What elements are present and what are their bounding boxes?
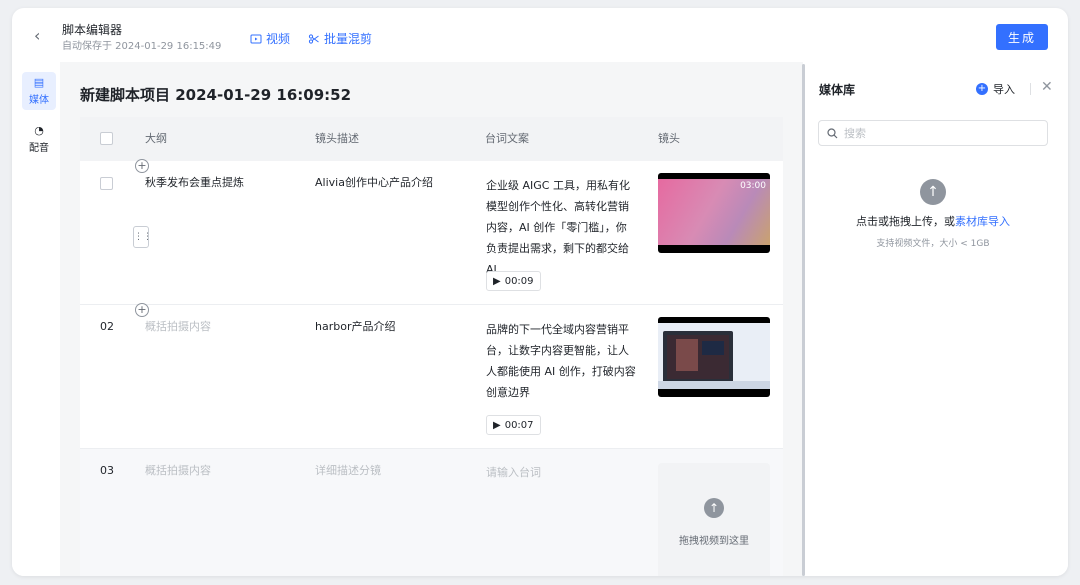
table-row: 秋季发布会重点提炼 Alivia创作中心产品介绍 企业级 AIGC 工具，用私有… [80,161,783,305]
import-label: 导入 [993,83,1015,96]
select-all-checkbox[interactable] [100,132,113,145]
script-cell[interactable]: 请输入台词 [486,463,541,483]
divider [1030,83,1031,95]
column-header: 大纲 [145,132,167,145]
row-number: 02 [100,320,114,333]
script-editor: 新建脚本项目 2024-01-29 16:09:52 大纲 镜头描述 台词文案 … [60,62,803,576]
thumbnail-image [658,323,770,389]
outline-cell[interactable]: 概括拍摄内容 [145,461,211,481]
media-search[interactable] [818,120,1048,146]
column-header: 镜头 [658,132,680,145]
search-input[interactable] [844,126,1034,140]
media-library-title: 媒体库 [819,83,856,97]
table-header: 大纲 镜头描述 台词文案 镜头 [80,117,783,161]
duration-button[interactable]: ▶ 00:09 [486,271,541,291]
script-table: 大纲 镜头描述 台词文案 镜头 秋季发布会重点提炼 Alivia创作中心产品介绍… [80,117,783,576]
project-title[interactable]: 新建脚本项目 2024-01-29 16:09:52 [80,84,351,105]
video-link[interactable]: 视频 [250,30,290,47]
video-icon [250,34,262,43]
add-row-icon[interactable]: + [135,303,149,317]
thumbnail-time: 03:00 [740,181,766,191]
upload-constraints: 支持视频文件，大小 < 1GB [876,239,990,249]
plus-circle-icon: + [976,83,988,95]
upload-hint-text: 点击或拖拽上传，或 [856,215,955,228]
rail-dubbing-label: 配音 [29,142,49,154]
search-icon [827,127,838,138]
rail-media-label: 媒体 [29,94,49,106]
column-header: 镜头描述 [315,132,359,145]
upload-icon: ↑ [704,497,724,518]
shot-description-cell[interactable]: 详细描述分镜 [315,461,381,481]
rail-item-media[interactable]: ▤ 媒体 [22,72,56,110]
outline-cell[interactable]: 概括拍摄内容 [145,317,211,337]
close-icon[interactable]: ✕ [1041,79,1053,95]
rail-item-dubbing[interactable]: ◔ 配音 [22,120,56,158]
shot-thumbnail[interactable] [658,317,770,397]
upload-icon[interactable]: ↑ [920,179,946,205]
shot-thumbnail[interactable]: 03:00 [658,173,770,253]
row-number: 03 [100,464,114,477]
duration-value: 00:07 [504,419,534,431]
outline-cell[interactable]: 秋季发布会重点提炼 [145,173,244,193]
column-header: 台词文案 [485,132,529,145]
video-drop-zone[interactable]: ↑ 拖拽视频到这里 [658,463,770,576]
table-row: 02 概括拍摄内容 harbor产品介绍 品牌的下一代全域内容营销平台，让数字内… [80,305,783,449]
film-icon: ▤ [33,75,45,89]
shot-description-cell[interactable]: harbor产品介绍 [315,317,395,337]
drop-zone-label: 拖拽视频到这里 [679,535,749,547]
play-icon: ▶ [493,275,501,287]
app-window: ‹ 脚本编辑器 自动保存于 2024-01-29 16:15:49 视频 批量混… [12,8,1068,576]
script-cell[interactable]: 品牌的下一代全域内容营销平台，让数字内容更智能，让人人都能使用 AI 创作，打破… [486,319,636,403]
chevron-left-icon[interactable]: ‹ [34,28,50,44]
media-library-panel: 媒体库 + 导入 ✕ ↑ 点击或拖拽上传，或素材库导入 支持视频文件，大小 < … [805,62,1068,576]
left-rail: ▤ 媒体 ◔ 配音 [12,62,60,576]
table-row: 03 概括拍摄内容 详细描述分镜 请输入台词 ↑ 拖拽视频到这里 [80,449,783,576]
video-link-label: 视频 [266,32,291,46]
screen-preview-graphic [658,323,770,389]
audio-icon: ◔ [34,123,44,137]
page-title: 脚本编辑器 [62,23,123,37]
add-row-icon[interactable]: + [135,159,149,173]
play-icon: ▶ [493,419,501,431]
asset-library-import-link[interactable]: 素材库导入 [955,215,1010,228]
title-block: 脚本编辑器 自动保存于 2024-01-29 16:15:49 [62,22,221,54]
duration-value: 00:09 [504,275,534,287]
duration-button[interactable]: ▶ 00:07 [486,415,541,435]
header: ‹ 脚本编辑器 自动保存于 2024-01-29 16:15:49 视频 批量混… [12,8,1068,62]
shot-description-cell[interactable]: Alivia创作中心产品介绍 [315,173,433,193]
drag-handle-icon[interactable]: ⋮⋮ [133,226,152,248]
scissors-icon [308,33,319,44]
batch-edit-label: 批量混剪 [324,32,373,46]
script-cell[interactable]: 企业级 AIGC 工具，用私有化模型创作个性化、高转化营销内容，AI 创作「零门… [486,175,636,280]
row-checkbox[interactable] [100,177,113,190]
upload-hint: 点击或拖拽上传，或素材库导入 [805,213,1061,229]
batch-edit-link[interactable]: 批量混剪 [308,30,372,47]
import-button[interactable]: + 导入 [976,81,1015,97]
autosave-status: 自动保存于 2024-01-29 16:15:49 [62,41,222,52]
generate-button[interactable]: 生成 [996,24,1048,50]
